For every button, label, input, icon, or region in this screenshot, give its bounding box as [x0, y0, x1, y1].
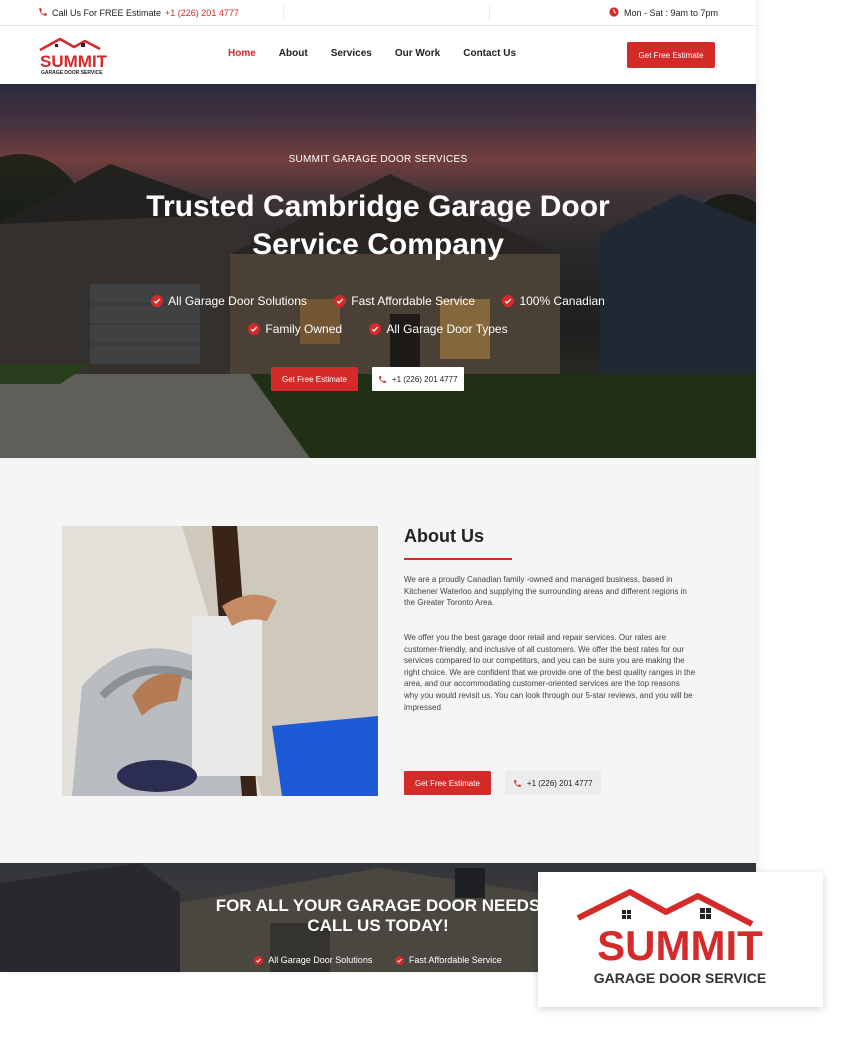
check-circle-icon [369, 323, 382, 335]
phone-icon [379, 375, 386, 383]
call-prefix-text: Call Us For FREE Estimate [52, 8, 162, 18]
check-circle-icon [394, 955, 404, 965]
title-underline [404, 558, 512, 560]
top-info-bar: Call Us For FREE Estimate +1 (226) 201 4… [0, 0, 756, 26]
logo-showcase-card: SUMMIT GARAGE DOOR SERVICE [538, 872, 823, 1007]
hero-phone-label: +1 (226) 201 4777 [391, 374, 458, 384]
logo-wordmark: SUMMIT [40, 52, 108, 71]
feature-label: All Garage Door Solutions [268, 955, 373, 965]
check-circle-icon [334, 295, 347, 307]
nav-home[interactable]: Home [228, 48, 256, 59]
about-title: About Us [404, 526, 484, 546]
feature-label: All Garage Door Types [386, 322, 508, 336]
logo-tagline: GARAGE DOOR SERVICE [594, 970, 766, 986]
hero-title: Trusted Cambridge Garage Door Service Co… [146, 190, 610, 261]
check-circle-icon [248, 323, 261, 335]
hero-overlay [0, 84, 756, 458]
main-navigation: Home About Services Our Work Contact Us [228, 48, 539, 59]
about-phone-button[interactable]: +1 (226) 201 4777 [504, 771, 601, 795]
phone-icon [38, 7, 48, 19]
site-header: SUMMIT GARAGE DOOR SERVICE Home About Se… [0, 26, 756, 84]
hero-kicker: SUMMIT GARAGE DOOR SERVICES [288, 154, 468, 165]
feature-item: All Garage Door Solutions [254, 955, 372, 965]
nav-contact-us[interactable]: Contact Us [463, 48, 516, 59]
about-buttons: Get Free Estimate +1 (226) 201 4777 [404, 771, 601, 795]
hero-estimate-button[interactable]: Get Free Estimate [271, 367, 358, 391]
about-phone-label: +1 (226) 201 4777 [526, 778, 593, 788]
feature-label: All Garage Door Solutions [168, 294, 307, 308]
hero-phone-button[interactable]: +1 (226) 201 4777 [371, 367, 464, 391]
about-paragraph-2: We offer you the best garage door retail… [404, 633, 696, 712]
about-paragraph-1: We are a proudly Canadian family -owned … [404, 575, 687, 608]
feature-label: Fast Affordable Service [351, 294, 476, 308]
hero-buttons: Get Free Estimate +1 (226) 201 4777 [271, 367, 464, 391]
about-estimate-button[interactable]: Get Free Estimate [404, 771, 491, 795]
feature-label: Fast Affordable Service [408, 955, 502, 965]
hours-text: Mon - Sat : 9am to 7pm [623, 8, 718, 18]
nav-our-work[interactable]: Our Work [395, 48, 440, 59]
hero-features: All Garage Door Solutions Fast Affordabl… [100, 288, 656, 344]
business-hours: Mon - Sat : 9am to 7pm [609, 7, 718, 19]
feature-item: Fast Affordable Service [334, 288, 475, 314]
logo-tagline: GARAGE DOOR SERVICE [41, 70, 103, 75]
technician-photo [62, 526, 378, 796]
check-circle-icon [502, 295, 515, 307]
phone-icon [514, 779, 521, 787]
feature-item: All Garage Door Solutions [151, 288, 307, 314]
feature-item: Family Owned [248, 316, 342, 342]
website-page: Call Us For FREE Estimate +1 (226) 201 4… [0, 0, 756, 972]
feature-item: Fast Affordable Service [394, 955, 502, 965]
feature-item: 100% Canadian [502, 288, 605, 314]
header-estimate-button[interactable]: Get Free Estimate [627, 42, 715, 68]
feature-label: Family Owned [265, 322, 343, 336]
summit-logo[interactable]: SUMMIT GARAGE DOOR SERVICE [38, 35, 118, 76]
nav-about[interactable]: About [279, 48, 308, 59]
top-call-info[interactable]: Call Us For FREE Estimate +1 (226) 201 4… [38, 7, 239, 19]
nav-services[interactable]: Services [331, 48, 372, 59]
divider [283, 4, 284, 21]
feature-item: All Garage Door Types [369, 316, 508, 342]
top-phone-number[interactable]: +1 (226) 201 4777 [165, 8, 239, 18]
summit-logo-large: SUMMIT GARAGE DOOR SERVICE [576, 889, 766, 986]
about-section: About Us We are a proudly Canadian famil… [0, 458, 756, 863]
check-circle-icon [254, 955, 264, 965]
hero-section: SUMMIT GARAGE DOOR SERVICES Trusted Camb… [0, 84, 756, 458]
clock-icon [609, 7, 619, 19]
logo-wordmark: SUMMIT [597, 922, 763, 969]
check-circle-icon [151, 295, 164, 307]
feature-label: 100% Canadian [519, 294, 605, 308]
divider [489, 4, 490, 21]
